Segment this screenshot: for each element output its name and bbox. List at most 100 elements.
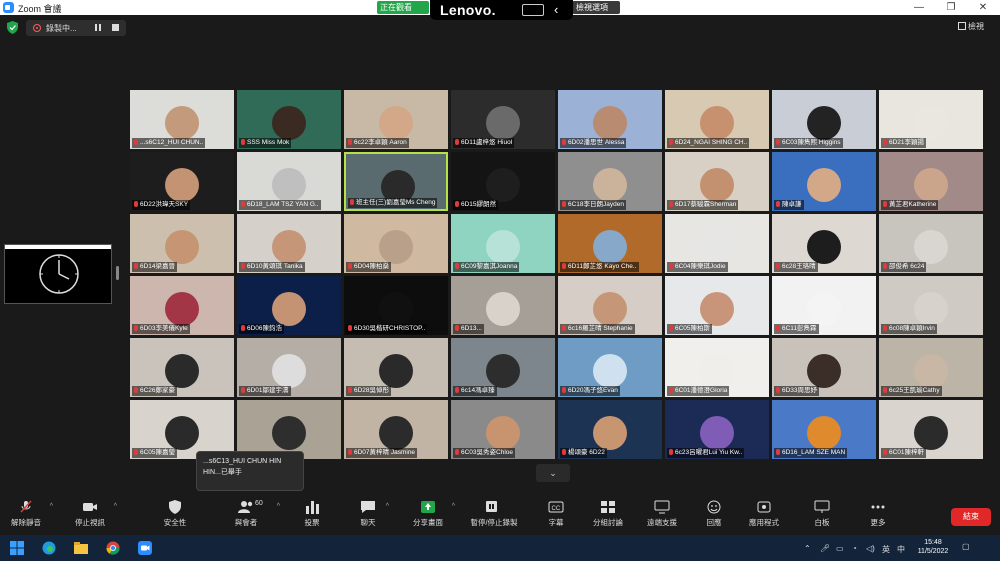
participant-tile[interactable]: 6D16_LAM SZE MAN bbox=[772, 400, 876, 459]
maximize-button[interactable]: ❐ bbox=[938, 0, 964, 15]
participant-tile[interactable]: 6D20馮子悠Evan bbox=[558, 338, 662, 397]
participant-tile[interactable]: 6D04陳柏燊 bbox=[344, 214, 448, 273]
remote-support-button[interactable]: 遠端支援 bbox=[644, 500, 680, 528]
viewing-indicator[interactable]: 正在觀看 bbox=[377, 1, 429, 14]
pause-recording-button[interactable]: 暫停/停止錄製 bbox=[467, 500, 521, 528]
tray-overflow-icon[interactable]: ⌃ bbox=[804, 544, 811, 553]
participant-tile[interactable]: SSS Miss Mok bbox=[237, 90, 341, 149]
participant-tile[interactable]: 6C18李日朗Jayden bbox=[558, 152, 662, 211]
participant-name-label: 6D16_LAM SZE MAN bbox=[774, 448, 848, 458]
participant-tile[interactable]: 6C03陳雋熙 Higgins bbox=[772, 90, 876, 149]
participant-tile[interactable]: 6D02潘思世 Alessa bbox=[558, 90, 662, 149]
view-options-button[interactable]: 檢視選項 bbox=[572, 1, 620, 14]
ime-mode-indicator[interactable]: 中 bbox=[897, 544, 905, 555]
participant-tile[interactable]: 6D24_NGAI SHING CH.. bbox=[665, 90, 769, 149]
participant-tile[interactable]: 6C09黎嘉淇Joanna bbox=[451, 214, 555, 273]
chat-button[interactable]: 聊天 ^ bbox=[356, 500, 389, 528]
participant-tile[interactable]: 6c28王珞晴 bbox=[772, 214, 876, 273]
more-button[interactable]: 更多 bbox=[866, 500, 890, 528]
participant-tile[interactable]: 6C26鄭家豪 bbox=[130, 338, 234, 397]
panel-resize-handle[interactable] bbox=[116, 266, 119, 280]
caret-up-icon[interactable]: ^ bbox=[114, 503, 117, 510]
participant-tile[interactable]: 6D18_LAM TSZ YAN G.. bbox=[237, 152, 341, 211]
participant-tile[interactable]: 邵俊希 6c24 bbox=[879, 214, 983, 273]
participant-tile[interactable]: 6c16羅芷晴 Stephanie bbox=[558, 276, 662, 335]
participant-tile[interactable]: 6D13... bbox=[451, 276, 555, 335]
screen-icon[interactable] bbox=[522, 4, 544, 16]
caret-up-icon[interactable]: ^ bbox=[452, 503, 455, 510]
whiteboard-button[interactable]: 白板 bbox=[810, 500, 834, 528]
volume-tray-icon[interactable]: ▭ bbox=[836, 544, 844, 553]
stop-recording-icon[interactable] bbox=[112, 24, 119, 31]
participant-tile[interactable]: 6C03吳秀姿Chloe bbox=[451, 400, 555, 459]
participant-tile[interactable]: 6D15繆朗然 bbox=[451, 152, 555, 211]
participant-tile[interactable]: 6D06陳鈞浩 bbox=[237, 276, 341, 335]
participant-tile[interactable]: 6C01陳梓軒 bbox=[879, 400, 983, 459]
participant-tile[interactable]: 班主任(三)劉嘉瑩Ms Cheng bbox=[344, 152, 448, 211]
shield-icon[interactable] bbox=[7, 21, 18, 34]
pause-recording-icon[interactable] bbox=[95, 24, 101, 31]
participant-tile[interactable]: 6D21李穎揚 bbox=[879, 90, 983, 149]
raise-hand-popup[interactable]: ...s6C13_HUI CHUN HIN HIN...已舉手 bbox=[196, 451, 304, 491]
caret-up-icon[interactable]: ^ bbox=[50, 503, 53, 510]
participant-name-label: 6c23呂曜君Lui Yiu Kw.. bbox=[667, 448, 745, 458]
participant-tile[interactable]: 6D14梁嘉晉 bbox=[130, 214, 234, 273]
participant-tile[interactable]: 6D17蔡駿霖Sherman bbox=[665, 152, 769, 211]
participant-tile[interactable]: 6D03李美儀Kyle bbox=[130, 276, 234, 335]
chrome-icon[interactable] bbox=[106, 541, 120, 555]
file-explorer-icon[interactable] bbox=[74, 541, 88, 555]
windows-start-icon[interactable] bbox=[10, 541, 24, 555]
participant-tile[interactable]: 6D01鄒建宇濤 bbox=[237, 338, 341, 397]
participant-tile[interactable]: 6D07黃梓晴 Jasmine bbox=[344, 400, 448, 459]
polls-button[interactable]: 投票 bbox=[300, 500, 324, 528]
participant-tile[interactable]: 6C04陳樂琪Jodie bbox=[665, 214, 769, 273]
participant-name: 6D07黃梓晴 Jasmine bbox=[354, 449, 416, 456]
ime-indicator[interactable]: 英 bbox=[882, 544, 890, 555]
participant-tile[interactable]: 6C05陳柏斯 bbox=[665, 276, 769, 335]
participant-tile[interactable]: 6C01潘德澄Gloria bbox=[665, 338, 769, 397]
participant-tile[interactable]: 6c14馮卓臻 bbox=[451, 338, 555, 397]
caret-up-icon[interactable]: ^ bbox=[277, 503, 280, 510]
scroll-down-button[interactable]: ⌄ bbox=[536, 464, 570, 482]
reactions-button[interactable]: 回應 bbox=[702, 500, 726, 528]
participant-tile[interactable]: 6c25王凱瑜Cathy bbox=[879, 338, 983, 397]
participant-tile[interactable]: 黃芷君Katherine bbox=[879, 152, 983, 211]
network-icon[interactable]: ◔ bbox=[852, 544, 857, 553]
participant-tile[interactable]: 楊頌豪 6D22 bbox=[558, 400, 662, 459]
participant-tile[interactable]: 6D11鄭芷悠 Kayo Che.. bbox=[558, 214, 662, 273]
breakout-rooms-button[interactable]: 分組討論 bbox=[590, 500, 626, 528]
participant-tile[interactable]: 6D10黃頌琪 Tanika bbox=[237, 214, 341, 273]
shared-thumbnail[interactable] bbox=[4, 244, 112, 304]
security-button[interactable]: 安全性 bbox=[160, 500, 190, 528]
participant-video bbox=[700, 168, 734, 202]
system-clock[interactable]: 15:48 11/5/2022 bbox=[911, 538, 955, 556]
participant-tile[interactable]: 6D22洪瑋天SKY bbox=[130, 152, 234, 211]
speaker-icon[interactable]: ◁) bbox=[866, 544, 875, 553]
end-meeting-button[interactable]: 結束 bbox=[951, 508, 991, 526]
participant-tile[interactable]: 6D11盧梓悠 Hiuol bbox=[451, 90, 555, 149]
zoom-app-icon[interactable] bbox=[138, 541, 152, 555]
participant-tile[interactable]: ...s6C12_HUI CHUN.. bbox=[130, 90, 234, 149]
participant-tile[interactable]: 6D30吳楷研CHRISTOP.. bbox=[344, 276, 448, 335]
mic-tray-icon[interactable]: 🎤︎ bbox=[820, 544, 830, 553]
participant-tile[interactable]: 陳卓謙 bbox=[772, 152, 876, 211]
apps-button[interactable]: 應用程式 bbox=[746, 500, 782, 528]
stop-video-button[interactable]: 停止視訊 ^ bbox=[72, 500, 117, 528]
view-button[interactable]: 檢視 bbox=[958, 21, 984, 32]
edge-browser-icon[interactable] bbox=[42, 541, 56, 555]
participant-tile[interactable]: 6c23呂曜君Lui Yiu Kw.. bbox=[665, 400, 769, 459]
participant-tile[interactable]: 6c22李卓穎 Aaron bbox=[344, 90, 448, 149]
chevron-left-icon[interactable]: ‹ bbox=[554, 2, 558, 17]
notification-icon[interactable]: ▢ bbox=[962, 542, 970, 551]
close-button[interactable]: ✕ bbox=[970, 0, 996, 15]
participant-tile[interactable]: 6c08陳卓穎Irvin bbox=[879, 276, 983, 335]
participant-tile[interactable]: 6D28吳倬彤 bbox=[344, 338, 448, 397]
participant-tile[interactable]: 6C11彭雋霖 bbox=[772, 276, 876, 335]
participants-button[interactable]: 與會者 60 ^ bbox=[228, 500, 280, 528]
captions-button[interactable]: CC 字幕 bbox=[544, 500, 568, 528]
share-screen-button[interactable]: 分享畫面 ^ bbox=[410, 500, 455, 528]
participant-tile[interactable]: 6D33周思妤 bbox=[772, 338, 876, 397]
minimize-button[interactable]: — bbox=[906, 0, 932, 15]
unmute-button[interactable]: 解除靜音 ^ bbox=[8, 500, 53, 528]
caret-up-icon[interactable]: ^ bbox=[386, 503, 389, 510]
